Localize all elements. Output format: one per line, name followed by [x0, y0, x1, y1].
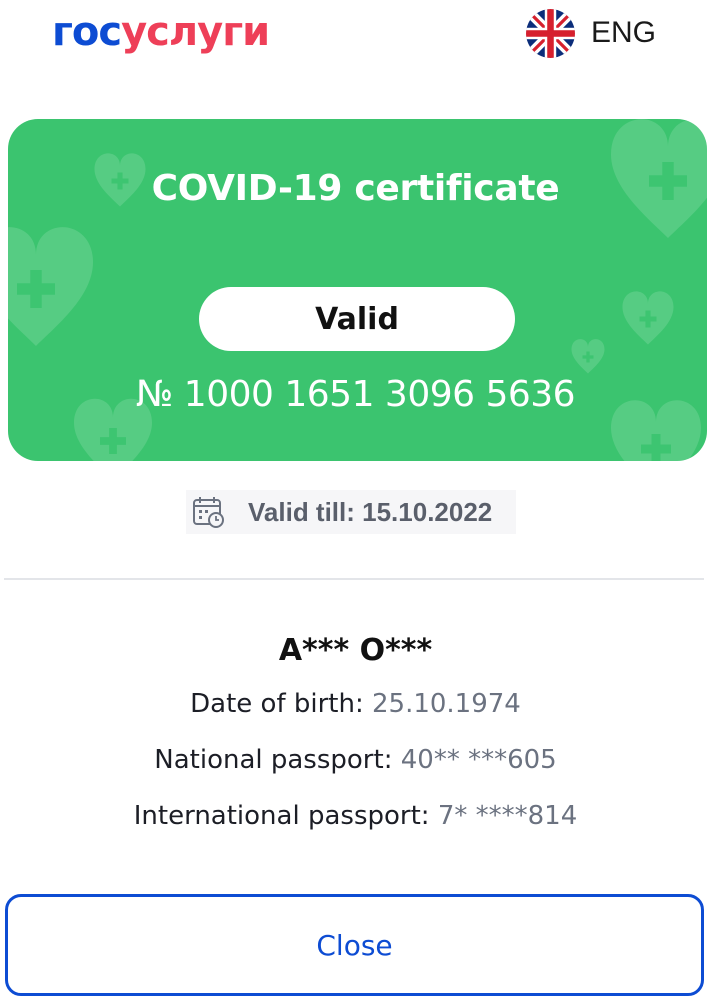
national-passport-label: National passport: — [154, 745, 393, 775]
status-badge: Valid — [199, 287, 515, 351]
divider — [4, 578, 704, 580]
logo-part-gos: гос — [52, 9, 122, 55]
international-passport-value: 7* ****814 — [437, 801, 578, 831]
date-of-birth-label: Date of birth: — [190, 689, 364, 719]
certificate-number: № 1000 1651 3096 5636 — [135, 374, 576, 415]
date-of-birth-value: 25.10.1974 — [371, 689, 521, 719]
certificate-title: COVID-19 certificate — [151, 168, 560, 209]
close-button[interactable]: Close — [5, 894, 704, 996]
date-of-birth-row: Date of birth: 25.10.1974 — [0, 689, 711, 719]
header: госуслуги ENG — [0, 0, 711, 80]
international-passport-label: International passport: — [133, 801, 430, 831]
language-switcher[interactable]: ENG — [526, 8, 656, 58]
validity-row: Valid till: 15.10.2022 — [186, 490, 516, 534]
calendar-icon — [193, 497, 224, 528]
international-passport-row: International passport: 7* ****814 — [0, 801, 711, 831]
close-button-label: Close — [316, 928, 393, 962]
person-name: A*** O*** — [278, 633, 433, 668]
national-passport-value: 40** ***605 — [400, 745, 557, 775]
logo-part-uslugi: услуги — [121, 9, 270, 55]
uk-flag-icon — [526, 8, 575, 58]
language-label: ENG — [591, 16, 657, 49]
national-passport-row: National passport: 40** ***605 — [0, 745, 711, 775]
status-label: Valid — [315, 301, 399, 337]
gosuslugi-logo[interactable]: госуслуги — [52, 6, 270, 58]
valid-till-text: Valid till: 15.10.2022 — [248, 496, 493, 527]
